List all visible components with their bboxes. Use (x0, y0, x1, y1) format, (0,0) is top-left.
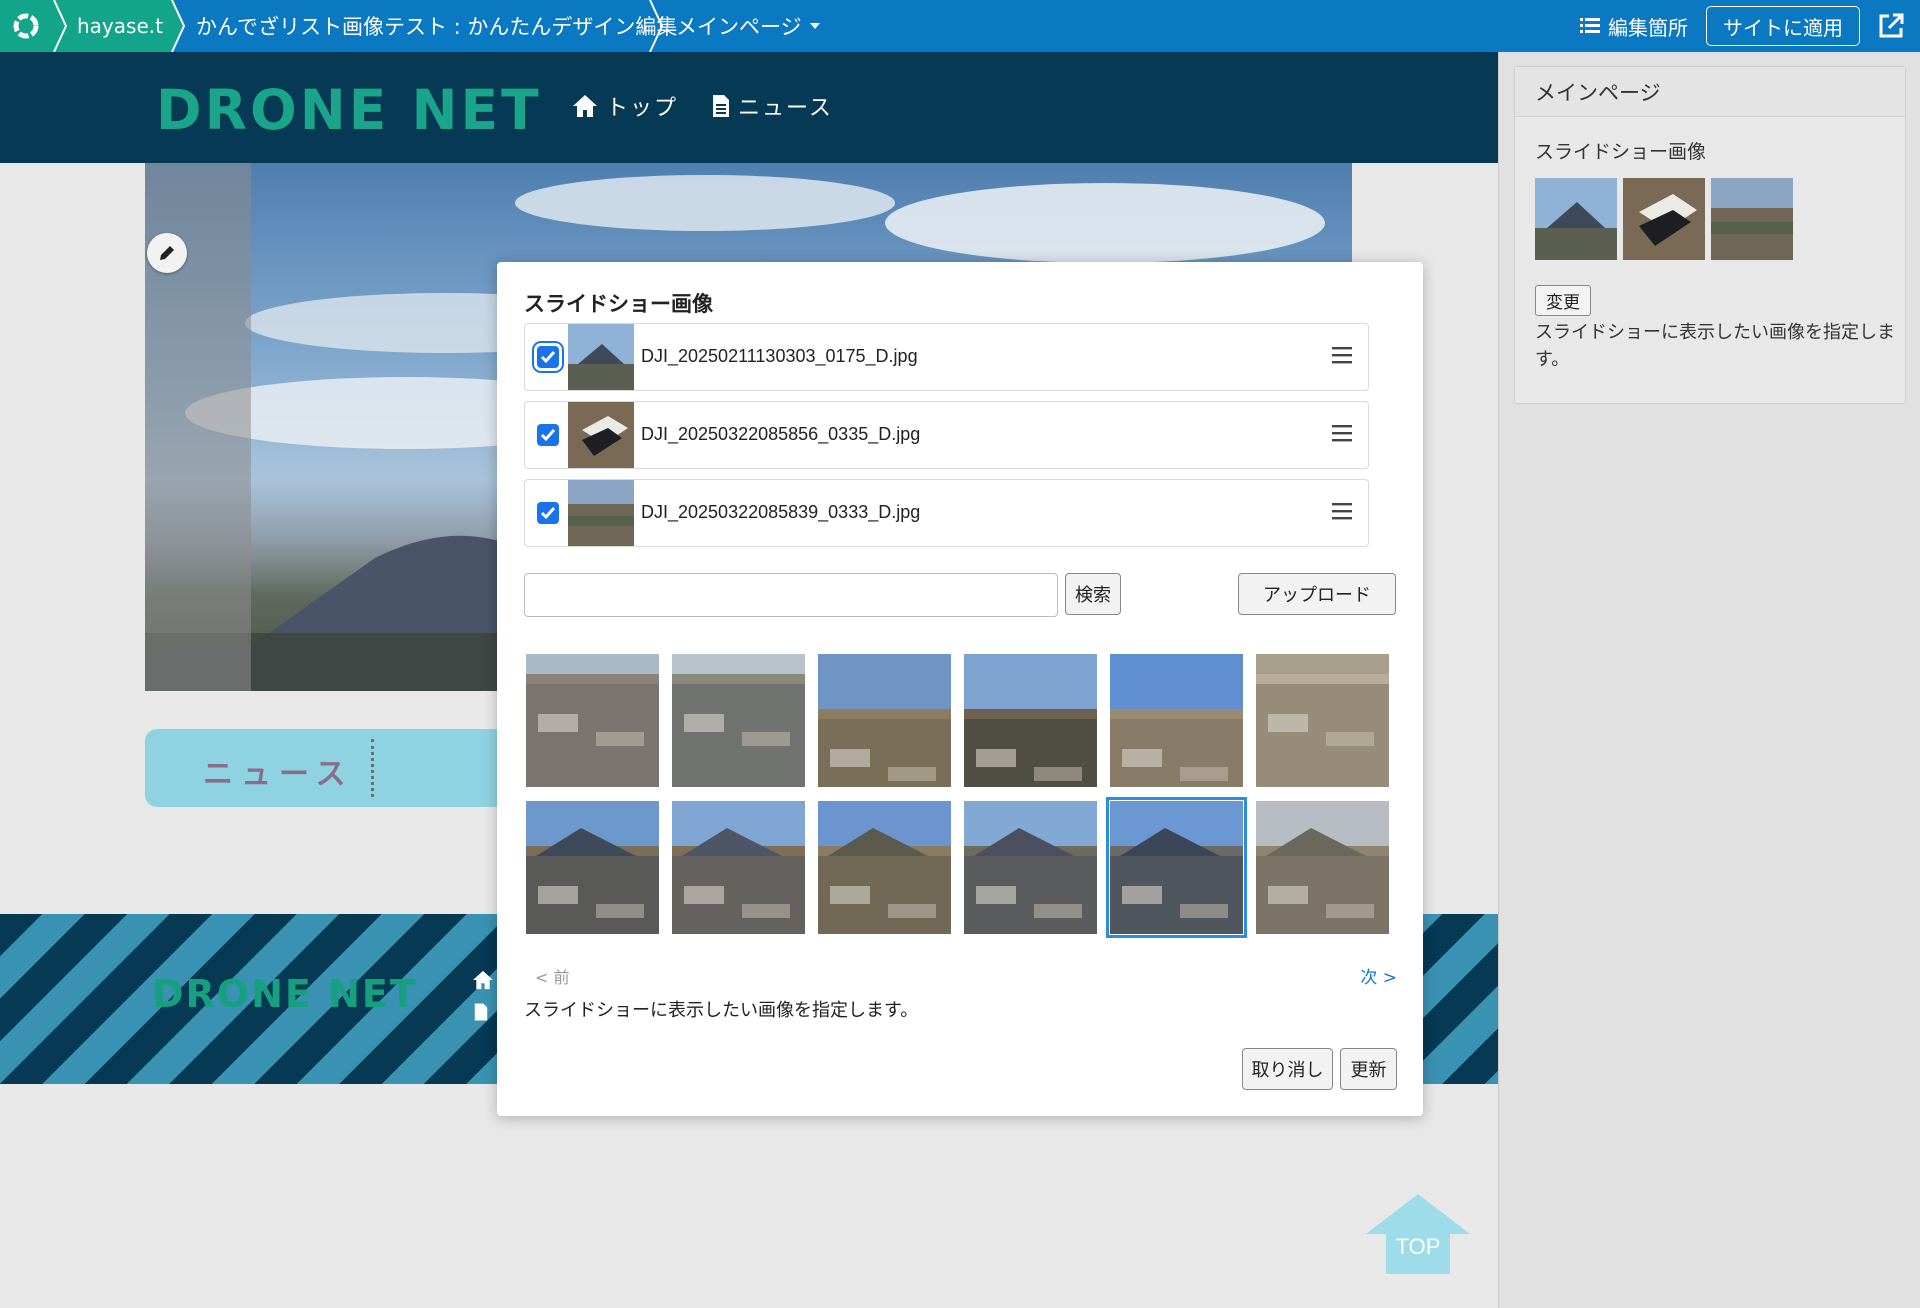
breadcrumb-separator-icon (649, 0, 664, 52)
image-thumbnail (568, 324, 634, 390)
gallery-image[interactable] (818, 801, 951, 934)
gallery-image[interactable] (964, 801, 1097, 934)
list-icon (1580, 18, 1600, 33)
edit-places-label: 編集箇所 (1608, 15, 1688, 40)
slideshow-thumbnail (1711, 178, 1793, 260)
breadcrumb-separator-icon (164, 0, 186, 52)
gallery-image[interactable] (964, 654, 1097, 787)
page-settings-card: メインページ スライドショー画像 変更 スライドショーに表示したい画像を指定しま… (1514, 66, 1906, 404)
gallery-image[interactable] (818, 654, 951, 787)
image-filename: DJI_20250322085839_0333_D.jpg (641, 502, 921, 522)
image-thumbnail (568, 480, 634, 546)
nav-item-news[interactable]: ニュース (712, 90, 833, 122)
ring-logo-icon (13, 13, 39, 39)
home-icon (573, 95, 597, 117)
image-checkbox[interactable] (537, 502, 559, 524)
drag-handle-icon[interactable] (1332, 424, 1352, 442)
edit-places-button[interactable]: 編集箇所 (1580, 12, 1688, 41)
drag-handle-icon[interactable] (1332, 346, 1352, 364)
cancel-button[interactable]: 取り消し (1242, 1048, 1333, 1090)
app-logo[interactable] (0, 0, 52, 52)
selected-image-row[interactable]: DJI_20250322085839_0333_D.jpg (524, 479, 1369, 547)
gallery-image[interactable] (672, 654, 805, 787)
pencil-icon (160, 246, 174, 260)
image-search-input[interactable] (524, 573, 1058, 617)
checkmark-icon (540, 507, 556, 520)
gallery-image[interactable] (1106, 797, 1247, 938)
document-icon[interactable] (474, 1002, 488, 1022)
footer-logo[interactable]: DRONE NET (152, 972, 418, 1016)
news-section-tab[interactable]: ニュース (145, 729, 505, 807)
site-header: DRONE NET トップ ニュース (0, 52, 1498, 163)
change-images-button[interactable]: 変更 (1535, 285, 1591, 316)
admin-toolbar: hayase.tv かんでざリスト画像テスト : かんたんデザイン編集 メインペ… (0, 0, 1920, 52)
gallery-image[interactable] (526, 801, 659, 934)
image-filename: DJI_20250322085856_0335_D.jpg (641, 424, 921, 444)
selected-image-row[interactable]: DJI_20250211130303_0175_D.jpg (524, 323, 1369, 391)
breadcrumb-page-menu[interactable]: メインページ (676, 0, 822, 52)
image-thumbnail (568, 402, 634, 468)
caret-down-icon (809, 23, 820, 29)
dialog-help-text: スライドショーに表示したい画像を指定します。 (524, 1000, 919, 1021)
checkmark-icon (540, 351, 556, 364)
breadcrumb-menu-label: メインページ (676, 15, 802, 39)
nav-item-label: トップ (606, 96, 679, 121)
edit-sidebar: メインページ スライドショー画像 変更 スライドショーに表示したい画像を指定しま… (1498, 52, 1920, 1308)
next-page-link[interactable]: 次 > (1360, 963, 1397, 988)
selected-image-row[interactable]: DJI_20250322085856_0335_D.jpg (524, 401, 1369, 469)
top-button-label: TOP (1396, 1234, 1441, 1259)
checkmark-icon (540, 429, 556, 442)
field-label: スライドショー画像 (1535, 141, 1707, 163)
image-filename: DJI_20250211130303_0175_D.jpg (641, 346, 918, 366)
home-icon[interactable] (472, 970, 494, 990)
news-tab-label: ニュース (203, 757, 354, 792)
apply-to-site-button[interactable]: サイトに適用 (1706, 6, 1860, 46)
nav-item-label: ニュース (738, 96, 833, 121)
gallery-image[interactable] (526, 654, 659, 787)
prev-page-link: < 前 (535, 968, 570, 987)
slideshow-thumbnail (1623, 178, 1705, 260)
nav-item-top[interactable]: トップ (572, 90, 678, 122)
back-to-top-button[interactable]: TOP (1366, 1194, 1470, 1274)
gallery-image[interactable] (1256, 654, 1389, 787)
breadcrumb-site-label: hayase.tv (77, 14, 175, 38)
dotted-divider (371, 739, 374, 797)
breadcrumb-separator-icon (53, 0, 68, 52)
breadcrumb-page-label: かんでざリスト画像テスト : かんたんデザイン編集 (196, 15, 678, 39)
image-checkbox[interactable] (537, 346, 559, 368)
image-checkbox[interactable] (537, 424, 559, 446)
gallery-image[interactable] (672, 801, 805, 934)
site-logo[interactable]: DRONE NET (156, 78, 542, 142)
card-title: メインページ (1515, 67, 1905, 117)
document-icon (713, 95, 729, 117)
toolbar-actions: 編集箇所 サイトに適用 (1580, 0, 1920, 52)
breadcrumb-site[interactable]: hayase.tv (52, 0, 175, 52)
image-picker-dialog: スライドショー画像 DJI_20250211130303_0175_D.jpg … (497, 262, 1423, 1116)
dialog-title: スライドショー画像 (524, 292, 713, 316)
upload-button[interactable]: アップロード (1238, 573, 1396, 615)
search-button[interactable]: 検索 (1065, 573, 1121, 615)
drag-handle-icon[interactable] (1332, 502, 1352, 520)
field-help-text: スライドショーに表示したい画像を指定します。 (1535, 322, 1895, 370)
edit-pencil-button[interactable] (147, 233, 187, 273)
gallery-image[interactable] (1256, 801, 1389, 934)
gallery-image[interactable] (1110, 654, 1243, 787)
breadcrumb-page[interactable]: かんでざリスト画像テスト : かんたんデザイン編集 (196, 0, 677, 52)
slideshow-thumbnail (1535, 178, 1617, 260)
update-button[interactable]: 更新 (1340, 1048, 1397, 1090)
external-link-icon[interactable] (1876, 11, 1906, 41)
